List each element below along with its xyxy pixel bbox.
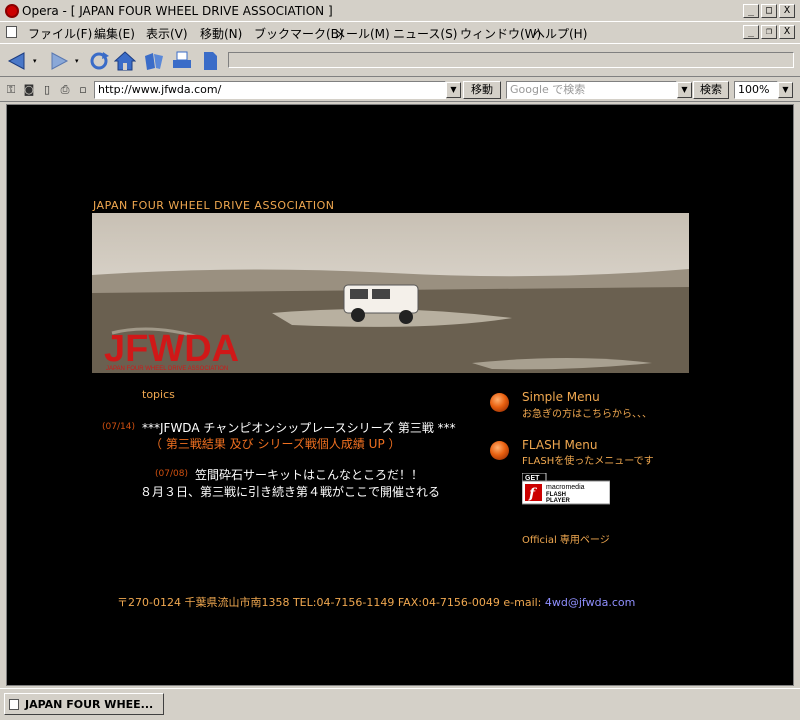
security-icon[interactable]: ⚿ [4, 83, 18, 97]
jfwda-logo: JFWDA JAPAN FOUR WHEEL DRIVE ASSOCIATION [104, 328, 239, 372]
url-dropdown-button[interactable]: ▼ [446, 82, 461, 98]
opera-logo-icon [5, 4, 19, 18]
home-icon[interactable] [114, 50, 136, 72]
tab-label: JAPAN FOUR WHEE... [25, 698, 154, 711]
search-engine-dropdown[interactable]: ▼ [677, 82, 692, 98]
menubar: ファイル(F) 編集(E) 表示(V) 移動(N) ブックマーク(B) メール(… [0, 22, 800, 42]
svg-text:macromedia: macromedia [546, 484, 585, 491]
window-titlebar[interactable]: Opera - [ JAPAN FOUR WHEEL DRIVE ASSOCIA… [0, 0, 800, 22]
page-info-icon[interactable]: ▯ [40, 83, 54, 97]
navigation-toolbar: ▾ ▾ [0, 43, 800, 77]
menu-edit[interactable]: 編集(E) [94, 25, 135, 42]
tab-page-icon [9, 699, 19, 710]
simple-menu-desc: お急ぎの方はこちらから、、、 [522, 409, 652, 420]
news-subtitle-link[interactable]: （ 第三戦結果 及び シリーズ戦個人成績 UP ） [150, 435, 401, 452]
site-icon: ▫ [79, 83, 87, 96]
camera-icon[interactable]: ◙ [22, 83, 36, 97]
page-viewport: JAPAN FOUR WHEEL DRIVE ASSOCIATION JFWDA… [6, 104, 794, 686]
zoom-select[interactable]: 100% [734, 81, 778, 99]
print-icon[interactable] [171, 50, 193, 72]
news-title-link[interactable]: ***JFWDA チャンピオンシップレースシリーズ 第三戦 *** [142, 419, 456, 436]
mdi-restore-button[interactable]: ❐ [761, 25, 777, 39]
address-bar: ⚿ ◙ ▯ ⎙ ▫ http://www.jfwda.com/ ▼ 移動 Goo… [0, 78, 800, 102]
footer-contact: 〒270-0124 千葉県流山市南1358 TEL:04-7156-1149 F… [117, 594, 635, 610]
site-header: JAPAN FOUR WHEEL DRIVE ASSOCIATION [93, 199, 335, 212]
news-date: (07/14) [102, 422, 135, 432]
hotlist-icon[interactable] [143, 50, 165, 72]
menu-navigate[interactable]: 移動(N) [200, 25, 242, 42]
menu-view[interactable]: 表示(V) [146, 25, 188, 42]
menu-file[interactable]: ファイル(F) [28, 25, 92, 42]
close-button[interactable]: X [779, 4, 795, 18]
url-input[interactable]: http://www.jfwda.com/ [94, 81, 446, 99]
go-button[interactable]: 移動 [463, 81, 501, 99]
news-title-link[interactable]: 笠間砕石サーキットはこんなところだ！！ [195, 466, 423, 483]
menu-bookmarks[interactable]: ブックマーク(B) [254, 25, 344, 42]
window-title: Opera - [ JAPAN FOUR WHEEL DRIVE ASSOCIA… [22, 4, 333, 18]
simple-menu-link[interactable]: Simple Menu [522, 390, 600, 404]
svg-text:JFWDA: JFWDA [104, 328, 239, 370]
page-tab[interactable]: JAPAN FOUR WHEE... [4, 693, 164, 715]
get-flash-player-badge[interactable]: GET f macromedia FLASH PLAYER [521, 472, 611, 505]
news-body: ８月３日、第三戦に引き続き第４戦がここで開催される [140, 485, 441, 499]
footer-email-link[interactable]: 4wd@jfwda.com [545, 596, 635, 609]
flash-menu-orb-icon[interactable] [490, 441, 509, 460]
reload-icon[interactable] [88, 50, 110, 72]
menu-help[interactable]: ヘルプ(H) [533, 25, 587, 42]
news-date: (07/08) [155, 469, 188, 479]
header-banner-image[interactable]: JFWDA JAPAN FOUR WHEEL DRIVE ASSOCIATION [92, 213, 689, 373]
flash-menu-link[interactable]: FLASH Menu [522, 438, 597, 452]
forward-dropdown-icon[interactable]: ▾ [75, 57, 79, 65]
document-icon [6, 26, 17, 38]
menu-mail[interactable]: メール(M) [334, 25, 390, 42]
svg-text:JAPAN FOUR WHEEL DRIVE ASSOCIA: JAPAN FOUR WHEEL DRIVE ASSOCIATION [106, 366, 228, 372]
menu-news[interactable]: ニュース(S) [393, 25, 457, 42]
mdi-close-button[interactable]: X [779, 25, 795, 39]
page-tab-bar: JAPAN FOUR WHEE... [0, 688, 800, 720]
zoom-dropdown[interactable]: ▼ [778, 82, 793, 98]
print-preview-icon[interactable]: ⎙ [58, 83, 72, 97]
minimize-button[interactable]: _ [743, 4, 759, 18]
back-dropdown-icon[interactable]: ▾ [33, 57, 37, 65]
search-input[interactable]: Google で検索 [506, 81, 677, 99]
maximize-button[interactable]: □ [761, 4, 777, 18]
simple-menu-orb-icon[interactable] [490, 393, 509, 412]
official-page-link[interactable]: Official 専用ページ [522, 531, 610, 546]
svg-text:PLAYER: PLAYER [546, 498, 570, 504]
search-button[interactable]: 検索 [693, 81, 729, 99]
topics-heading: topics [142, 388, 175, 401]
mdi-minimize-button[interactable]: _ [743, 25, 759, 39]
page-icon[interactable] [199, 50, 221, 72]
toolbar-empty-area [228, 52, 794, 68]
forward-icon[interactable] [48, 50, 70, 72]
flash-menu-desc: FLASHを使ったメニューです [522, 456, 654, 467]
back-icon[interactable] [6, 50, 28, 72]
menu-window[interactable]: ウィンドウ(W) [460, 25, 541, 42]
footer-address: 〒270-0124 千葉県流山市南1358 TEL:04-7156-1149 F… [117, 596, 545, 609]
